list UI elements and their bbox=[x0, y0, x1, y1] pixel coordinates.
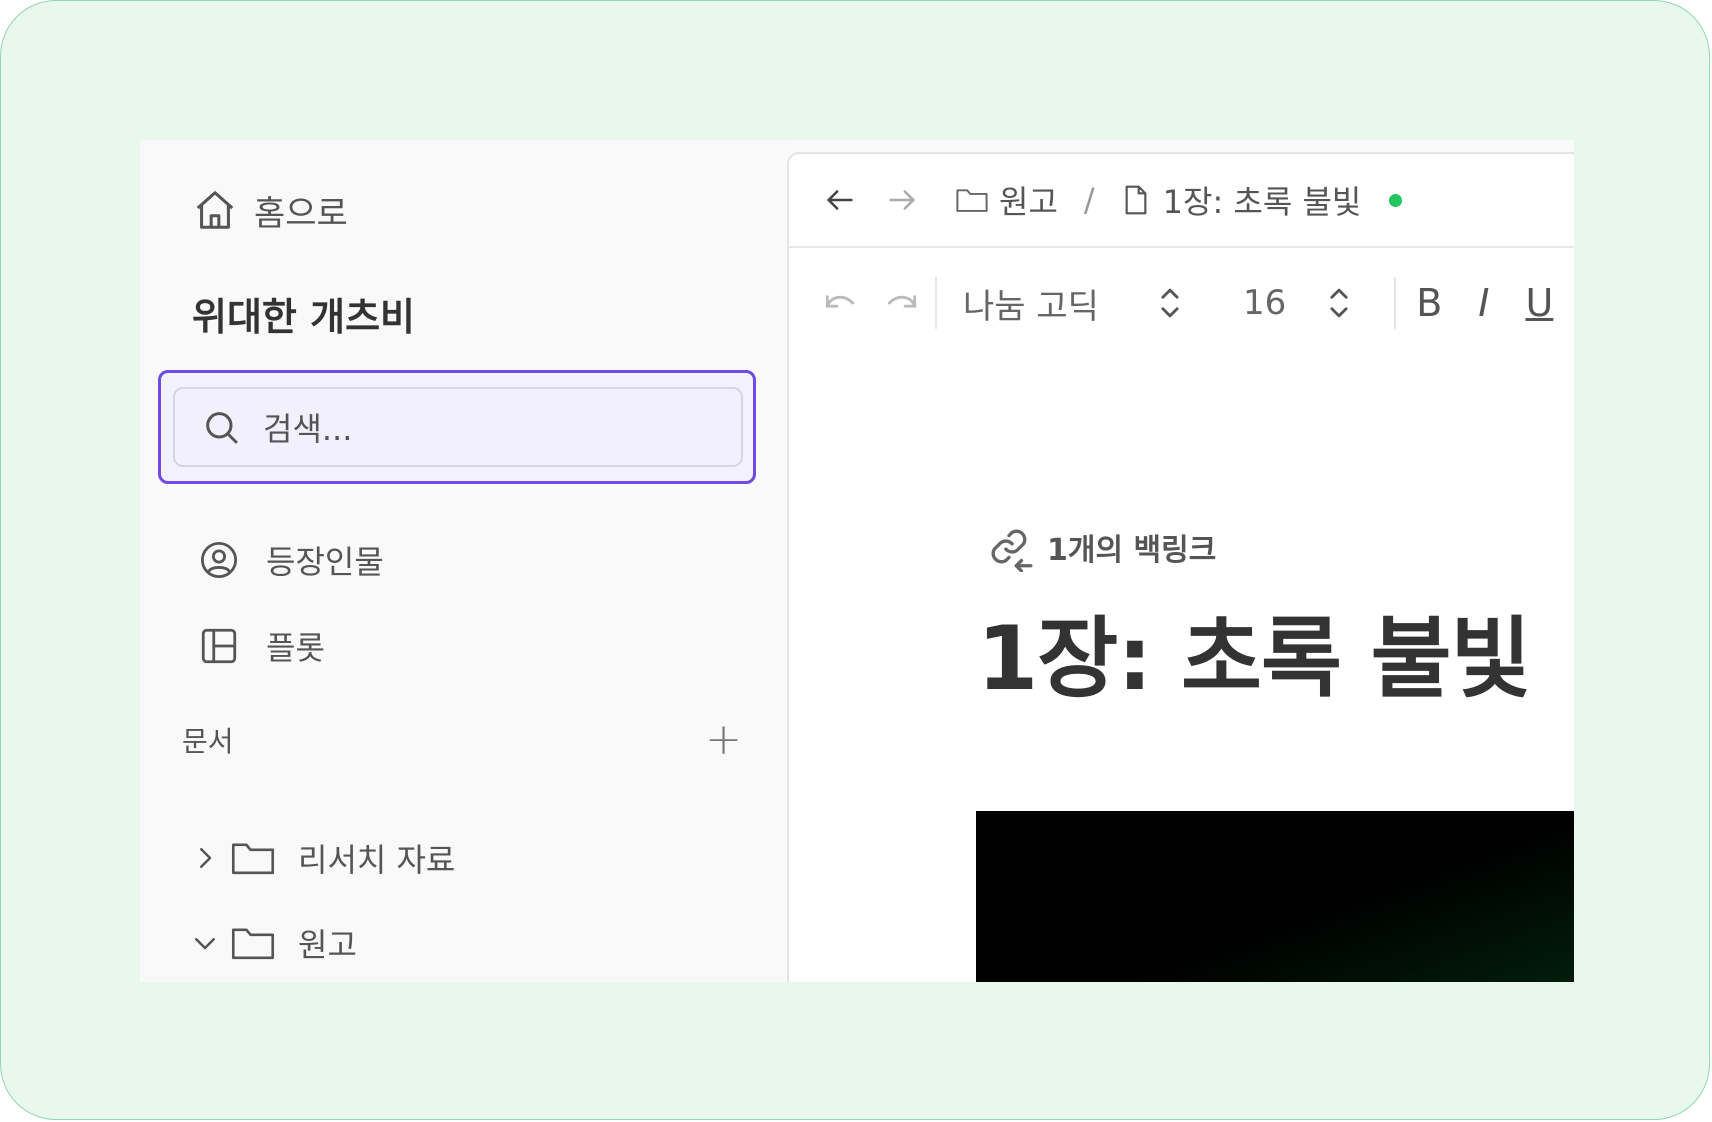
screenshot-frame: 홈으로 위대한 개츠비 검색... 등장인물 플롯 문서 + 리서치 자료 원고… bbox=[0, 0, 1710, 1120]
sidebar-item-label: 플롯 bbox=[266, 629, 325, 667]
toolbar-divider bbox=[1394, 277, 1397, 329]
chevron-right-icon[interactable] bbox=[190, 843, 220, 873]
editor-pane: 원고 / 1장: 초록 불빛 나눔 고딕 16 B I U 1개의 백링크 1장… bbox=[787, 152, 1574, 982]
font-family-stepper-icon[interactable] bbox=[1157, 283, 1183, 323]
font-size-input[interactable]: 16 bbox=[1243, 283, 1286, 323]
font-family-select[interactable]: 나눔 고딕 bbox=[963, 279, 1099, 328]
tree-item-label: 리서치 자료 bbox=[298, 841, 456, 879]
search-input[interactable]: 검색... bbox=[173, 387, 743, 467]
documents-section-header: 문서 + bbox=[182, 718, 742, 762]
redo-icon[interactable] bbox=[883, 284, 921, 322]
document-title[interactable]: 1장: 초록 불빛 bbox=[977, 588, 1531, 715]
home-label: 홈으로 bbox=[254, 193, 348, 234]
underline-button[interactable]: U bbox=[1526, 281, 1554, 325]
folder-icon bbox=[956, 189, 988, 212]
font-size-stepper-icon[interactable] bbox=[1326, 283, 1352, 323]
breadcrumb-separator: / bbox=[1083, 181, 1095, 219]
folder-icon bbox=[231, 928, 275, 960]
search-focus-ring: 검색... bbox=[158, 370, 756, 484]
home-link[interactable]: 홈으로 bbox=[192, 180, 348, 240]
italic-button[interactable]: I bbox=[1478, 281, 1489, 325]
save-status-dot bbox=[1389, 193, 1403, 207]
backlinks-label: 1개의 백링크 bbox=[1047, 533, 1217, 568]
cover-image bbox=[976, 811, 1574, 982]
folder-icon bbox=[231, 843, 275, 875]
back-arrow-icon[interactable] bbox=[823, 183, 857, 217]
tree-item-label: 원고 bbox=[298, 926, 357, 964]
document-icon bbox=[1125, 185, 1147, 215]
backlink-icon bbox=[991, 529, 1033, 572]
chevron-down-icon[interactable] bbox=[190, 928, 220, 958]
project-title: 위대한 개츠비 bbox=[192, 295, 415, 339]
add-document-button[interactable]: + bbox=[705, 718, 742, 762]
breadcrumb-bar: 원고 / 1장: 초록 불빛 bbox=[789, 154, 1574, 248]
section-label: 문서 bbox=[182, 725, 234, 758]
user-circle-icon bbox=[200, 541, 238, 579]
breadcrumb-document[interactable]: 1장: 초록 불빛 bbox=[1163, 177, 1362, 223]
backlinks-indicator[interactable]: 1개의 백링크 bbox=[985, 522, 1216, 572]
sidebar-item-plot[interactable]: 플롯 bbox=[198, 618, 325, 674]
search-placeholder: 검색... bbox=[263, 410, 353, 448]
breadcrumb-folder[interactable]: 원고 bbox=[999, 177, 1058, 223]
search-icon bbox=[206, 412, 238, 444]
tree-item-manuscript[interactable]: 원고 bbox=[190, 915, 357, 971]
formatting-toolbar: 나눔 고딕 16 B I U bbox=[789, 248, 1574, 358]
app-window: 홈으로 위대한 개츠비 검색... 등장인물 플롯 문서 + 리서치 자료 원고… bbox=[140, 140, 1574, 982]
forward-arrow-icon[interactable] bbox=[885, 183, 919, 217]
sidebar: 홈으로 위대한 개츠비 검색... 등장인물 플롯 문서 + 리서치 자료 원고 bbox=[140, 140, 787, 982]
toolbar-divider bbox=[935, 277, 937, 329]
undo-icon[interactable] bbox=[821, 284, 859, 322]
sidebar-item-label: 등장인물 bbox=[266, 543, 384, 581]
home-icon bbox=[196, 191, 234, 229]
tree-item-research[interactable]: 리서치 자료 bbox=[190, 830, 455, 886]
layout-icon bbox=[201, 628, 237, 664]
bold-button[interactable]: B bbox=[1416, 281, 1442, 325]
sidebar-item-characters[interactable]: 등장인물 bbox=[198, 532, 384, 588]
